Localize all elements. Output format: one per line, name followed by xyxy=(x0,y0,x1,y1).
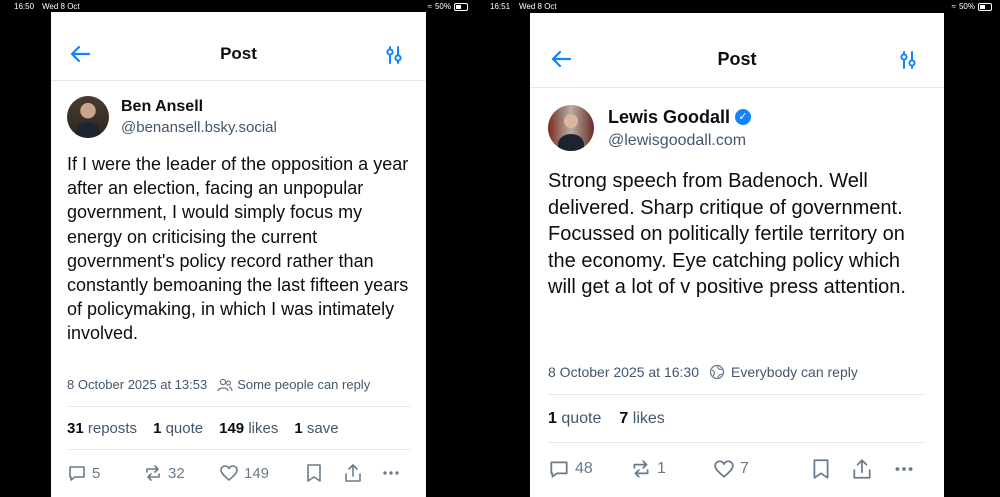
quotes-count: 1 xyxy=(548,410,557,427)
bookmark-icon xyxy=(813,459,829,479)
quotes-count: 1 xyxy=(153,420,162,437)
like-button[interactable]: 7 xyxy=(713,458,811,480)
reply-count: 48 xyxy=(575,460,593,477)
repost-count: 32 xyxy=(168,464,185,482)
reposts-count: 31 xyxy=(67,420,84,437)
reply-setting[interactable]: Some people can reply xyxy=(237,377,370,392)
left-screenshot-panel: 16:50 Wed 8 Oct ≈ 50% Post Ben Ansell @b… xyxy=(0,0,476,497)
heart-icon xyxy=(714,460,734,478)
author-name-row[interactable]: Lewis Goodall ✓ xyxy=(608,106,752,128)
author-handle[interactable]: @lewisgoodall.com xyxy=(608,132,751,150)
battery-icon xyxy=(978,3,992,11)
timestamp: 8 October 2025 at 13:53 xyxy=(67,377,208,392)
reply-button[interactable]: 5 xyxy=(67,463,143,483)
saves-label: save xyxy=(306,420,339,437)
thread-settings-icon[interactable] xyxy=(384,45,404,65)
author-name: Lewis Goodall xyxy=(608,106,731,127)
action-bar: 48 1 7 xyxy=(548,458,928,480)
reply-icon xyxy=(69,466,85,481)
more-button[interactable] xyxy=(381,463,411,483)
post-text: Strong speech from Badenoch. Well delive… xyxy=(548,170,906,299)
battery-percent: 50% xyxy=(434,2,451,11)
quotes-label: quote xyxy=(561,410,602,427)
more-icon xyxy=(895,467,913,471)
reply-icon xyxy=(550,461,568,478)
share-icon xyxy=(345,464,361,482)
status-right: ≈ 50% xyxy=(952,0,992,14)
battery-icon xyxy=(454,3,468,11)
post-meta: 8 October 2025 at 16:30 Everybody can re… xyxy=(548,364,858,380)
divider xyxy=(67,406,410,407)
page-title: Post xyxy=(220,44,257,63)
likes-stat[interactable]: 149 likes xyxy=(219,420,278,437)
author-block[interactable]: Ben Ansell @benansell.bsky.social xyxy=(67,96,277,138)
reposts-label: reposts xyxy=(87,420,138,437)
likes-count: 7 xyxy=(619,410,629,427)
status-time: 16:51 xyxy=(490,2,511,11)
more-icon xyxy=(383,471,399,475)
quotes-stat[interactable]: 1 quote xyxy=(548,410,601,428)
right-screenshot-panel: 16:51 Wed 8 Oct ≈ 50% Post Lewis Goodall… xyxy=(476,0,1000,497)
status-time: 16:50 xyxy=(14,2,35,11)
saves-count: 1 xyxy=(294,420,303,437)
bookmark-button[interactable] xyxy=(305,463,343,483)
repost-count: 1 xyxy=(657,460,666,477)
repost-icon xyxy=(633,460,649,478)
share-button[interactable] xyxy=(851,458,893,480)
divider xyxy=(548,442,926,443)
post-text: If I were the leader of the opposition a… xyxy=(67,154,409,344)
engagement-stats: 31 reposts 1 quote 149 likes 1 save xyxy=(67,420,339,437)
header-bar: Post xyxy=(530,13,944,88)
likes-count: 149 xyxy=(219,420,245,437)
thread-settings-icon[interactable] xyxy=(898,50,918,70)
author-handle[interactable]: @benansell.bsky.social xyxy=(121,119,277,136)
likes-label: likes xyxy=(632,410,665,427)
like-button[interactable]: 149 xyxy=(219,463,305,483)
post-card: Post Ben Ansell @benansell.bsky.social I… xyxy=(51,12,426,497)
people-icon xyxy=(217,378,233,391)
status-right: ≈ 50% xyxy=(428,0,468,14)
quotes-label: quote xyxy=(165,420,204,437)
share-icon xyxy=(853,459,871,479)
share-button[interactable] xyxy=(343,463,381,483)
engagement-stats: 1 quote 7 likes xyxy=(548,410,665,428)
reply-button[interactable]: 48 xyxy=(548,458,630,480)
author-block[interactable]: Lewis Goodall ✓ @lewisgoodall.com xyxy=(548,105,752,151)
reply-setting[interactable]: Everybody can reply xyxy=(731,364,858,380)
status-date: Wed 8 Oct xyxy=(519,2,557,11)
bookmark-icon xyxy=(307,464,321,482)
page-title: Post xyxy=(717,49,757,69)
post-card: Post Lewis Goodall ✓ @lewisgoodall.com S… xyxy=(530,13,944,497)
reply-count: 5 xyxy=(92,464,101,482)
likes-stat[interactable]: 7 likes xyxy=(619,410,664,428)
verified-badge-icon: ✓ xyxy=(735,109,752,125)
divider xyxy=(548,394,926,395)
header-bar: Post xyxy=(51,12,426,81)
divider xyxy=(67,449,410,450)
likes-label: likes xyxy=(248,420,279,437)
like-count: 7 xyxy=(740,460,749,477)
timestamp: 8 October 2025 at 16:30 xyxy=(548,364,699,380)
battery-percent: 50% xyxy=(958,2,975,11)
repost-button[interactable]: 32 xyxy=(143,463,219,483)
saves-stat[interactable]: 1 save xyxy=(294,420,338,437)
quotes-stat[interactable]: 1 quote xyxy=(153,420,203,437)
wifi-icon: ≈ xyxy=(427,2,432,11)
repost-icon xyxy=(146,465,160,481)
wifi-icon: ≈ xyxy=(951,2,956,11)
globe-icon xyxy=(709,364,725,380)
action-bar: 5 32 149 xyxy=(67,463,411,483)
more-button[interactable] xyxy=(893,458,923,480)
heart-icon xyxy=(220,465,238,481)
reposts-stat[interactable]: 31 reposts xyxy=(67,420,137,437)
avatar[interactable] xyxy=(67,96,109,138)
post-meta: 8 October 2025 at 13:53 Some people can … xyxy=(67,377,370,392)
status-bar: 16:51 Wed 8 Oct ≈ 50% xyxy=(476,0,1000,14)
bookmark-button[interactable] xyxy=(811,458,851,480)
author-name[interactable]: Ben Ansell xyxy=(121,98,277,116)
like-count: 149 xyxy=(244,464,270,482)
repost-button[interactable]: 1 xyxy=(630,458,713,480)
avatar[interactable] xyxy=(548,105,594,151)
